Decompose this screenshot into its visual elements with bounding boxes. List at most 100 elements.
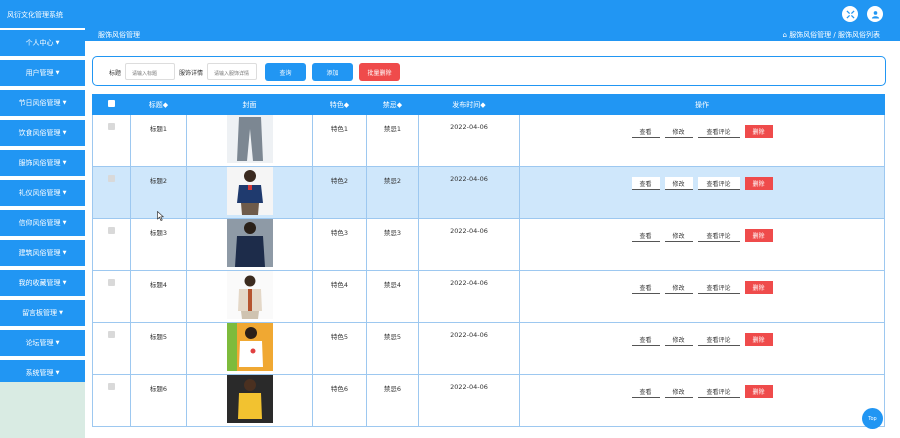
row-feature: 特色1 [312, 114, 367, 167]
row-title: 标题4 [130, 270, 187, 323]
sort-icon: ◆ [480, 100, 486, 109]
delete-button[interactable]: 删除 [744, 177, 773, 190]
delete-button[interactable]: 删除 [744, 281, 773, 294]
sidebar-item-profile[interactable]: 个人中心 ▼ [0, 30, 85, 58]
edit-button[interactable]: 修改 [664, 281, 693, 294]
edit-button[interactable]: 修改 [664, 229, 693, 242]
user-avatar-icon[interactable] [867, 6, 883, 22]
title-search-input[interactable] [125, 63, 175, 80]
sidebar-item-label: 饮食风俗管理 [18, 129, 61, 137]
row-checkbox[interactable] [108, 383, 115, 390]
view-comments-button[interactable]: 查看评论 [697, 385, 740, 398]
cover-thumbnail [226, 219, 273, 267]
sidebar-item-architecture[interactable]: 建筑风俗管理 ▼ [0, 240, 85, 268]
sidebar-item-messages[interactable]: 留言板管理 ▼ [0, 300, 85, 328]
edit-button[interactable]: 修改 [664, 125, 693, 138]
col-header-title[interactable]: 标题◆ [130, 94, 187, 115]
row-checkbox[interactable] [108, 123, 115, 130]
row-date: 2022-04-06 [418, 166, 520, 219]
sidebar-item-label: 服饰风俗管理 [18, 159, 61, 167]
detail-search-input[interactable] [207, 63, 257, 80]
top-bar: 风衍文化管理系统 [0, 0, 900, 28]
chevron-down-icon: ▼ [62, 190, 67, 196]
row-taboo: 禁忌2 [366, 166, 419, 219]
row-feature: 特色6 [312, 374, 367, 427]
row-feature: 特色5 [312, 322, 367, 375]
row-date: 2022-04-06 [418, 218, 520, 271]
delete-button[interactable]: 删除 [744, 229, 773, 242]
view-button[interactable]: 查看 [631, 333, 660, 346]
expand-icon[interactable] [842, 6, 858, 22]
query-button[interactable]: 查询 [265, 63, 306, 81]
row-taboo: 禁忌5 [366, 322, 419, 375]
table-row[interactable]: 标题5 特色5 禁忌5 2022-04-06 查看 修改 查看评论 删除 [92, 322, 885, 375]
delete-button[interactable]: 删除 [744, 385, 773, 398]
view-comments-button[interactable]: 查看评论 [697, 333, 740, 346]
edit-button[interactable]: 修改 [664, 177, 693, 190]
back-to-top-button[interactable]: Top [862, 408, 883, 429]
table-row[interactable]: 标题6 特色6 禁忌6 2022-04-06 查看 修改 查看评论 删除 [92, 374, 885, 427]
row-title: 标题1 [130, 114, 187, 167]
view-button[interactable]: 查看 [631, 385, 660, 398]
select-all-checkbox[interactable] [108, 100, 115, 107]
row-title: 标题5 [130, 322, 187, 375]
sidebar-item-etiquette[interactable]: 礼仪风俗管理 ▼ [0, 180, 85, 208]
view-button[interactable]: 查看 [631, 177, 660, 190]
table-row[interactable]: 标题2 特色2 禁忌2 2022-04-06 查看 修改 查看评论 删除 [92, 166, 885, 219]
title-label: 标题 [109, 70, 122, 77]
chevron-down-icon: ▼ [59, 310, 63, 316]
row-feature: 特色2 [312, 166, 367, 219]
search-panel: 标题 服饰详情 查询 添加 批量删除 [92, 56, 886, 86]
row-date: 2022-04-06 [418, 114, 520, 167]
col-header-taboo[interactable]: 禁忌◆ [366, 94, 419, 115]
view-comments-button[interactable]: 查看评论 [697, 125, 740, 138]
sidebar-item-label: 论坛管理 [25, 339, 54, 347]
sidebar-item-festival[interactable]: 节日风俗管理 ▼ [0, 90, 85, 118]
col-header-label: 封面 [242, 100, 257, 109]
sidebar: 个人中心 ▼ 用户管理 ▼ 节日风俗管理 ▼ 饮食风俗管理 ▼ 服饰风俗管理 ▼ 礼仪风俗… [0, 28, 85, 438]
batch-delete-button[interactable]: 批量删除 [359, 63, 400, 81]
edit-button[interactable]: 修改 [664, 333, 693, 346]
table-header-row: 标题◆ 封面 特色◆ 禁忌◆ 发布时间◆ 操作 [92, 94, 885, 115]
sidebar-item-food[interactable]: 饮食风俗管理 ▼ [0, 120, 85, 148]
view-comments-button[interactable]: 查看评论 [697, 281, 740, 294]
sidebar-item-belief[interactable]: 信仰风俗管理 ▼ [0, 210, 85, 238]
sidebar-item-favorites[interactable]: 我的收藏管理 ▼ [0, 270, 85, 298]
chevron-down-icon: ▼ [62, 130, 67, 136]
edit-button[interactable]: 修改 [664, 385, 693, 398]
sidebar-item-clothing[interactable]: 服饰风俗管理 ▼ [0, 150, 85, 178]
sort-icon: ◆ [343, 100, 350, 109]
view-button[interactable]: 查看 [631, 125, 660, 138]
row-checkbox[interactable] [108, 279, 115, 286]
col-header-date[interactable]: 发布时间◆ [418, 94, 520, 115]
table-row[interactable]: 标题1 特色1 禁忌1 2022-04-06 查看 修改 查看评论 删除 [92, 114, 885, 167]
table-row[interactable]: 标题3 特色3 禁忌3 2022-04-06 查看 修改 查看评论 删除 [92, 218, 885, 271]
data-table: 标题◆ 封面 特色◆ 禁忌◆ 发布时间◆ 操作 标题1 特色1 禁忌1 2022… [92, 94, 885, 427]
col-header-feature[interactable]: 特色◆ [312, 94, 367, 115]
select-all-cell [92, 94, 131, 115]
page-title: 服饰风俗管理 [98, 31, 140, 39]
cover-thumbnail [226, 323, 273, 371]
add-button[interactable]: 添加 [312, 63, 353, 81]
breadcrumb-path[interactable]: 服饰风俗管理 / 服饰风俗列表 [789, 31, 880, 39]
row-checkbox[interactable] [108, 227, 115, 234]
view-comments-button[interactable]: 查看评论 [697, 177, 740, 190]
chevron-down-icon: ▼ [62, 160, 67, 166]
view-comments-button[interactable]: 查看评论 [697, 229, 740, 242]
row-checkbox[interactable] [108, 175, 115, 182]
home-icon[interactable]: ⌂ [783, 31, 787, 39]
col-header-label: 特色 [329, 100, 344, 109]
table-row[interactable]: 标题4 特色4 禁忌4 2022-04-06 查看 修改 查看评论 删除 [92, 270, 885, 323]
row-taboo: 禁忌4 [366, 270, 419, 323]
mouse-pointer-icon [157, 210, 165, 223]
row-checkbox[interactable] [108, 331, 115, 338]
sidebar-item-forum[interactable]: 论坛管理 ▼ [0, 330, 85, 358]
col-header-cover: 封面 [186, 94, 313, 115]
view-button[interactable]: 查看 [631, 229, 660, 242]
chevron-down-icon: ▼ [62, 280, 67, 286]
delete-button[interactable]: 删除 [744, 333, 773, 346]
delete-button[interactable]: 删除 [744, 125, 773, 138]
view-button[interactable]: 查看 [631, 281, 660, 294]
cover-thumbnail [226, 271, 273, 319]
sidebar-item-users[interactable]: 用户管理 ▼ [0, 60, 85, 88]
